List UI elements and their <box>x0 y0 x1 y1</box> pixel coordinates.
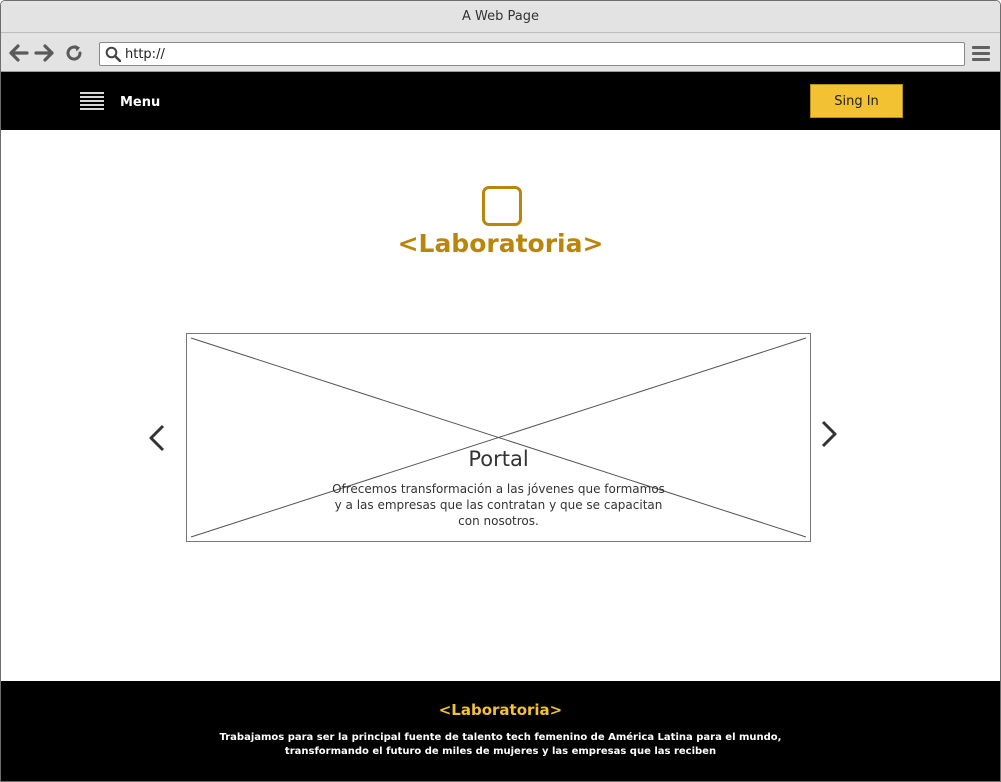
footer-brand: <Laboratoria> <box>438 701 563 719</box>
window-title: A Web Page <box>462 9 539 24</box>
slide-text-line: con nosotros. <box>458 514 539 528</box>
back-arrow-icon[interactable] <box>9 43 29 63</box>
browser-toolbar: http:// <box>1 33 1000 72</box>
search-icon <box>105 46 121 62</box>
slide-text-line: Ofrecemos transformación a las jóvenes q… <box>332 482 665 496</box>
browser-menu-icon[interactable] <box>972 46 990 64</box>
hamburger-icon <box>80 92 104 112</box>
top-navigation-bar: Menu Sing In <box>1 72 1000 130</box>
footer-text-line: Trabajamos para ser la principal fuente … <box>219 732 782 743</box>
forward-arrow-icon[interactable] <box>34 43 54 63</box>
menu-label: Menu <box>120 94 161 110</box>
carousel-slide[interactable]: Portal Ofrecemos transformación a las jó… <box>186 333 811 542</box>
footer: <Laboratoria> Trabajamos para ser la pri… <box>1 681 1000 781</box>
address-bar[interactable]: http:// <box>99 42 965 66</box>
brand-title: <Laboratoria> <box>397 229 604 258</box>
browser-window: A Web Page http:// Menu Sing In <Laborat… <box>0 0 1001 782</box>
url-text: http:// <box>125 46 165 62</box>
footer-text-line: transformando el futuro de miles de muje… <box>284 746 717 757</box>
sign-in-button[interactable]: Sing In <box>810 84 903 118</box>
slide-title: Portal <box>468 447 529 471</box>
carousel-prev-arrow[interactable] <box>147 423 167 457</box>
window-titlebar: A Web Page <box>1 1 1000 33</box>
slide-description: Ofrecemos transformación a las jóvenes q… <box>327 481 670 529</box>
footer-description: Trabajamos para ser la principal fuente … <box>1 731 1000 759</box>
carousel-next-arrow[interactable] <box>819 419 839 453</box>
logo-icon <box>482 186 522 226</box>
slide-text-line: y a las empresas que las contratan y que… <box>334 498 663 512</box>
reload-icon[interactable] <box>64 43 84 63</box>
menu-button[interactable]: Menu <box>80 92 160 112</box>
